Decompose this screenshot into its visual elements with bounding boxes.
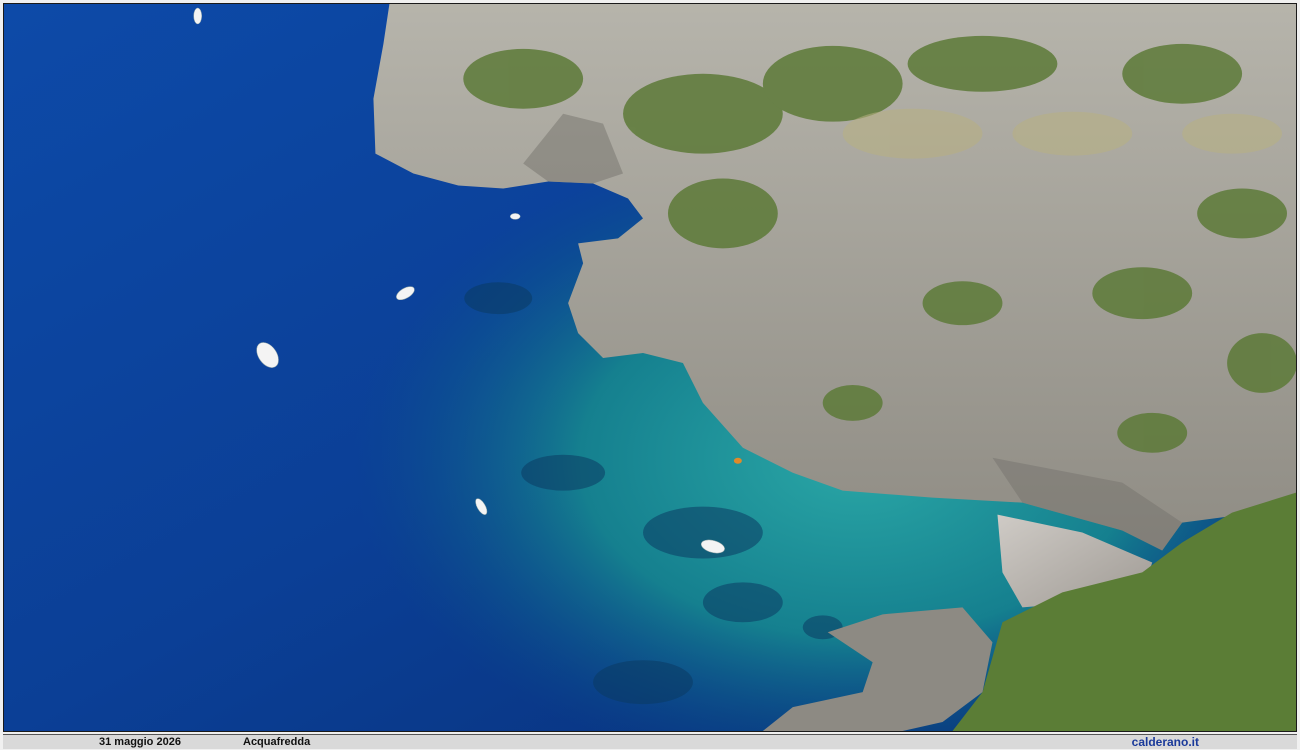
boat [509,213,521,220]
photo-date: 31 maggio 2026 [99,736,181,748]
caption-bar: 31 maggio 2026 Acquafredda calderano.it [3,734,1297,749]
coastline-illustration [4,4,1296,731]
photo-location: Acquafredda [243,736,311,748]
boat [193,7,202,25]
site-watermark: calderano.it [1131,735,1199,749]
small-orange-boat [733,457,742,464]
photo-frame: 31 maggio 2026 Acquafredda calderano.it [0,0,1300,750]
aerial-coast-photo [3,3,1297,732]
